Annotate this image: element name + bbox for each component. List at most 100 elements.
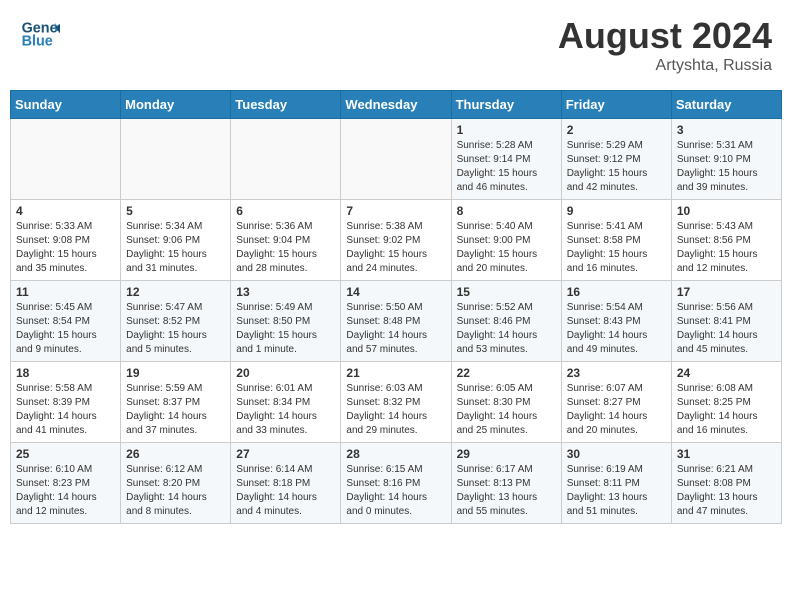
calendar-day-cell: 23 Sunrise: 6:07 AMSunset: 8:27 PMDayligh…	[561, 362, 671, 443]
day-info: Sunrise: 5:43 AMSunset: 8:56 PMDaylight:…	[677, 220, 776, 276]
day-number: 16	[567, 285, 666, 299]
calendar-day-cell: 26 Sunrise: 6:12 AMSunset: 8:20 PMDayligh…	[121, 443, 231, 524]
day-info: Sunrise: 5:40 AMSunset: 9:00 PMDaylight:…	[457, 220, 556, 276]
day-number: 1	[457, 123, 556, 137]
day-number: 28	[346, 447, 445, 461]
calendar-day-cell: 31 Sunrise: 6:21 AMSunset: 8:08 PMDayligh…	[671, 443, 781, 524]
calendar-day-cell: 19 Sunrise: 5:59 AMSunset: 8:37 PMDayligh…	[121, 362, 231, 443]
day-number: 13	[236, 285, 335, 299]
day-info: Sunrise: 6:17 AMSunset: 8:13 PMDaylight:…	[457, 463, 556, 519]
calendar-day-cell: 13 Sunrise: 5:49 AMSunset: 8:50 PMDayligh…	[231, 281, 341, 362]
day-number: 3	[677, 123, 776, 137]
calendar-day-cell: 9 Sunrise: 5:41 AMSunset: 8:58 PMDaylight…	[561, 200, 671, 281]
day-info: Sunrise: 5:49 AMSunset: 8:50 PMDaylight:…	[236, 301, 335, 357]
day-info: Sunrise: 5:45 AMSunset: 8:54 PMDaylight:…	[16, 301, 115, 357]
calendar-day-cell	[341, 119, 451, 200]
month-year: August 2024	[558, 15, 772, 57]
day-info: Sunrise: 6:15 AMSunset: 8:16 PMDaylight:…	[346, 463, 445, 519]
day-info: Sunrise: 5:28 AMSunset: 9:14 PMDaylight:…	[457, 139, 556, 195]
calendar-day-cell: 6Sunrise: 5:36 AMSunset: 9:04 PMDaylight…	[231, 200, 341, 281]
calendar-day-cell	[231, 119, 341, 200]
weekday-header-cell: Saturday	[671, 91, 781, 119]
day-info: Sunrise: 6:10 AMSunset: 8:23 PMDaylight:…	[16, 463, 115, 519]
title-block: August 2024 Artyshta, Russia	[558, 15, 772, 75]
day-number: 30	[567, 447, 666, 461]
day-number: 15	[457, 285, 556, 299]
day-number: 21	[346, 366, 445, 380]
calendar-week-row: 1 Sunrise: 5:28 AMSunset: 9:14 PMDaylight…	[11, 119, 782, 200]
weekday-header-cell: Friday	[561, 91, 671, 119]
day-info: Sunrise: 5:34 AMSunset: 9:06 PMDaylight:…	[126, 220, 225, 276]
day-info: Sunrise: 6:19 AMSunset: 8:11 PMDaylight:…	[567, 463, 666, 519]
calendar-day-cell: 18Sunrise: 5:58 AMSunset: 8:39 PMDayligh…	[11, 362, 121, 443]
day-info: Sunrise: 5:47 AMSunset: 8:52 PMDaylight:…	[126, 301, 225, 357]
day-number: 14	[346, 285, 445, 299]
calendar-day-cell: 10 Sunrise: 5:43 AMSunset: 8:56 PMDayligh…	[671, 200, 781, 281]
calendar-day-cell: 21 Sunrise: 6:03 AMSunset: 8:32 PMDayligh…	[341, 362, 451, 443]
calendar-day-cell: 12Sunrise: 5:47 AMSunset: 8:52 PMDayligh…	[121, 281, 231, 362]
day-number: 10	[677, 204, 776, 218]
calendar-day-cell: 8 Sunrise: 5:40 AMSunset: 9:00 PMDaylight…	[451, 200, 561, 281]
day-info: Sunrise: 5:31 AMSunset: 9:10 PMDaylight:…	[677, 139, 776, 195]
day-info: Sunrise: 6:05 AMSunset: 8:30 PMDaylight:…	[457, 382, 556, 438]
day-info: Sunrise: 6:07 AMSunset: 8:27 PMDaylight:…	[567, 382, 666, 438]
calendar-day-cell: 29 Sunrise: 6:17 AMSunset: 8:13 PMDayligh…	[451, 443, 561, 524]
day-number: 17	[677, 285, 776, 299]
day-number: 8	[457, 204, 556, 218]
day-info: Sunrise: 6:03 AMSunset: 8:32 PMDaylight:…	[346, 382, 445, 438]
calendar-day-cell: 30 Sunrise: 6:19 AMSunset: 8:11 PMDayligh…	[561, 443, 671, 524]
calendar-day-cell: 24Sunrise: 6:08 AMSunset: 8:25 PMDayligh…	[671, 362, 781, 443]
day-info: Sunrise: 5:52 AMSunset: 8:46 PMDaylight:…	[457, 301, 556, 357]
calendar-day-cell: 2 Sunrise: 5:29 AMSunset: 9:12 PMDaylight…	[561, 119, 671, 200]
day-number: 22	[457, 366, 556, 380]
day-number: 9	[567, 204, 666, 218]
day-info: Sunrise: 6:14 AMSunset: 8:18 PMDaylight:…	[236, 463, 335, 519]
calendar-day-cell: 20Sunrise: 6:01 AMSunset: 8:34 PMDayligh…	[231, 362, 341, 443]
calendar-week-row: 4Sunrise: 5:33 AMSunset: 9:08 PMDaylight…	[11, 200, 782, 281]
day-number: 2	[567, 123, 666, 137]
day-number: 25	[16, 447, 115, 461]
day-info: Sunrise: 6:08 AMSunset: 8:25 PMDaylight:…	[677, 382, 776, 438]
calendar-week-row: 25 Sunrise: 6:10 AMSunset: 8:23 PMDayligh…	[11, 443, 782, 524]
calendar-day-cell: 28 Sunrise: 6:15 AMSunset: 8:16 PMDayligh…	[341, 443, 451, 524]
calendar-week-row: 11 Sunrise: 5:45 AMSunset: 8:54 PMDayligh…	[11, 281, 782, 362]
day-number: 5	[126, 204, 225, 218]
day-info: Sunrise: 6:12 AMSunset: 8:20 PMDaylight:…	[126, 463, 225, 519]
day-info: Sunrise: 5:41 AMSunset: 8:58 PMDaylight:…	[567, 220, 666, 276]
calendar-day-cell: 7 Sunrise: 5:38 AMSunset: 9:02 PMDaylight…	[341, 200, 451, 281]
day-info: Sunrise: 5:59 AMSunset: 8:37 PMDaylight:…	[126, 382, 225, 438]
calendar-day-cell: 14 Sunrise: 5:50 AMSunset: 8:48 PMDayligh…	[341, 281, 451, 362]
calendar-table: SundayMondayTuesdayWednesdayThursdayFrid…	[10, 90, 782, 524]
weekday-header-row: SundayMondayTuesdayWednesdayThursdayFrid…	[11, 91, 782, 119]
day-info: Sunrise: 6:21 AMSunset: 8:08 PMDaylight:…	[677, 463, 776, 519]
day-number: 11	[16, 285, 115, 299]
calendar-day-cell: 5 Sunrise: 5:34 AMSunset: 9:06 PMDaylight…	[121, 200, 231, 281]
day-number: 6	[236, 204, 335, 218]
day-info: Sunrise: 5:29 AMSunset: 9:12 PMDaylight:…	[567, 139, 666, 195]
day-number: 7	[346, 204, 445, 218]
day-number: 19	[126, 366, 225, 380]
day-info: Sunrise: 5:54 AMSunset: 8:43 PMDaylight:…	[567, 301, 666, 357]
calendar-day-cell	[121, 119, 231, 200]
location: Artyshta, Russia	[558, 57, 772, 75]
calendar-day-cell: 25 Sunrise: 6:10 AMSunset: 8:23 PMDayligh…	[11, 443, 121, 524]
page-header: General Blue August 2024 Artyshta, Russi…	[10, 10, 782, 80]
day-info: Sunrise: 5:56 AMSunset: 8:41 PMDaylight:…	[677, 301, 776, 357]
weekday-header-cell: Sunday	[11, 91, 121, 119]
calendar-day-cell: 27 Sunrise: 6:14 AMSunset: 8:18 PMDayligh…	[231, 443, 341, 524]
weekday-header-cell: Wednesday	[341, 91, 451, 119]
weekday-header-cell: Monday	[121, 91, 231, 119]
day-number: 23	[567, 366, 666, 380]
calendar-day-cell: 15 Sunrise: 5:52 AMSunset: 8:46 PMDayligh…	[451, 281, 561, 362]
day-number: 26	[126, 447, 225, 461]
day-info: Sunrise: 5:50 AMSunset: 8:48 PMDaylight:…	[346, 301, 445, 357]
weekday-header-cell: Thursday	[451, 91, 561, 119]
calendar-week-row: 18Sunrise: 5:58 AMSunset: 8:39 PMDayligh…	[11, 362, 782, 443]
day-number: 4	[16, 204, 115, 218]
day-info: Sunrise: 6:01 AMSunset: 8:34 PMDaylight:…	[236, 382, 335, 438]
day-info: Sunrise: 5:38 AMSunset: 9:02 PMDaylight:…	[346, 220, 445, 276]
day-number: 31	[677, 447, 776, 461]
day-number: 27	[236, 447, 335, 461]
calendar-day-cell: 3 Sunrise: 5:31 AMSunset: 9:10 PMDaylight…	[671, 119, 781, 200]
day-number: 29	[457, 447, 556, 461]
